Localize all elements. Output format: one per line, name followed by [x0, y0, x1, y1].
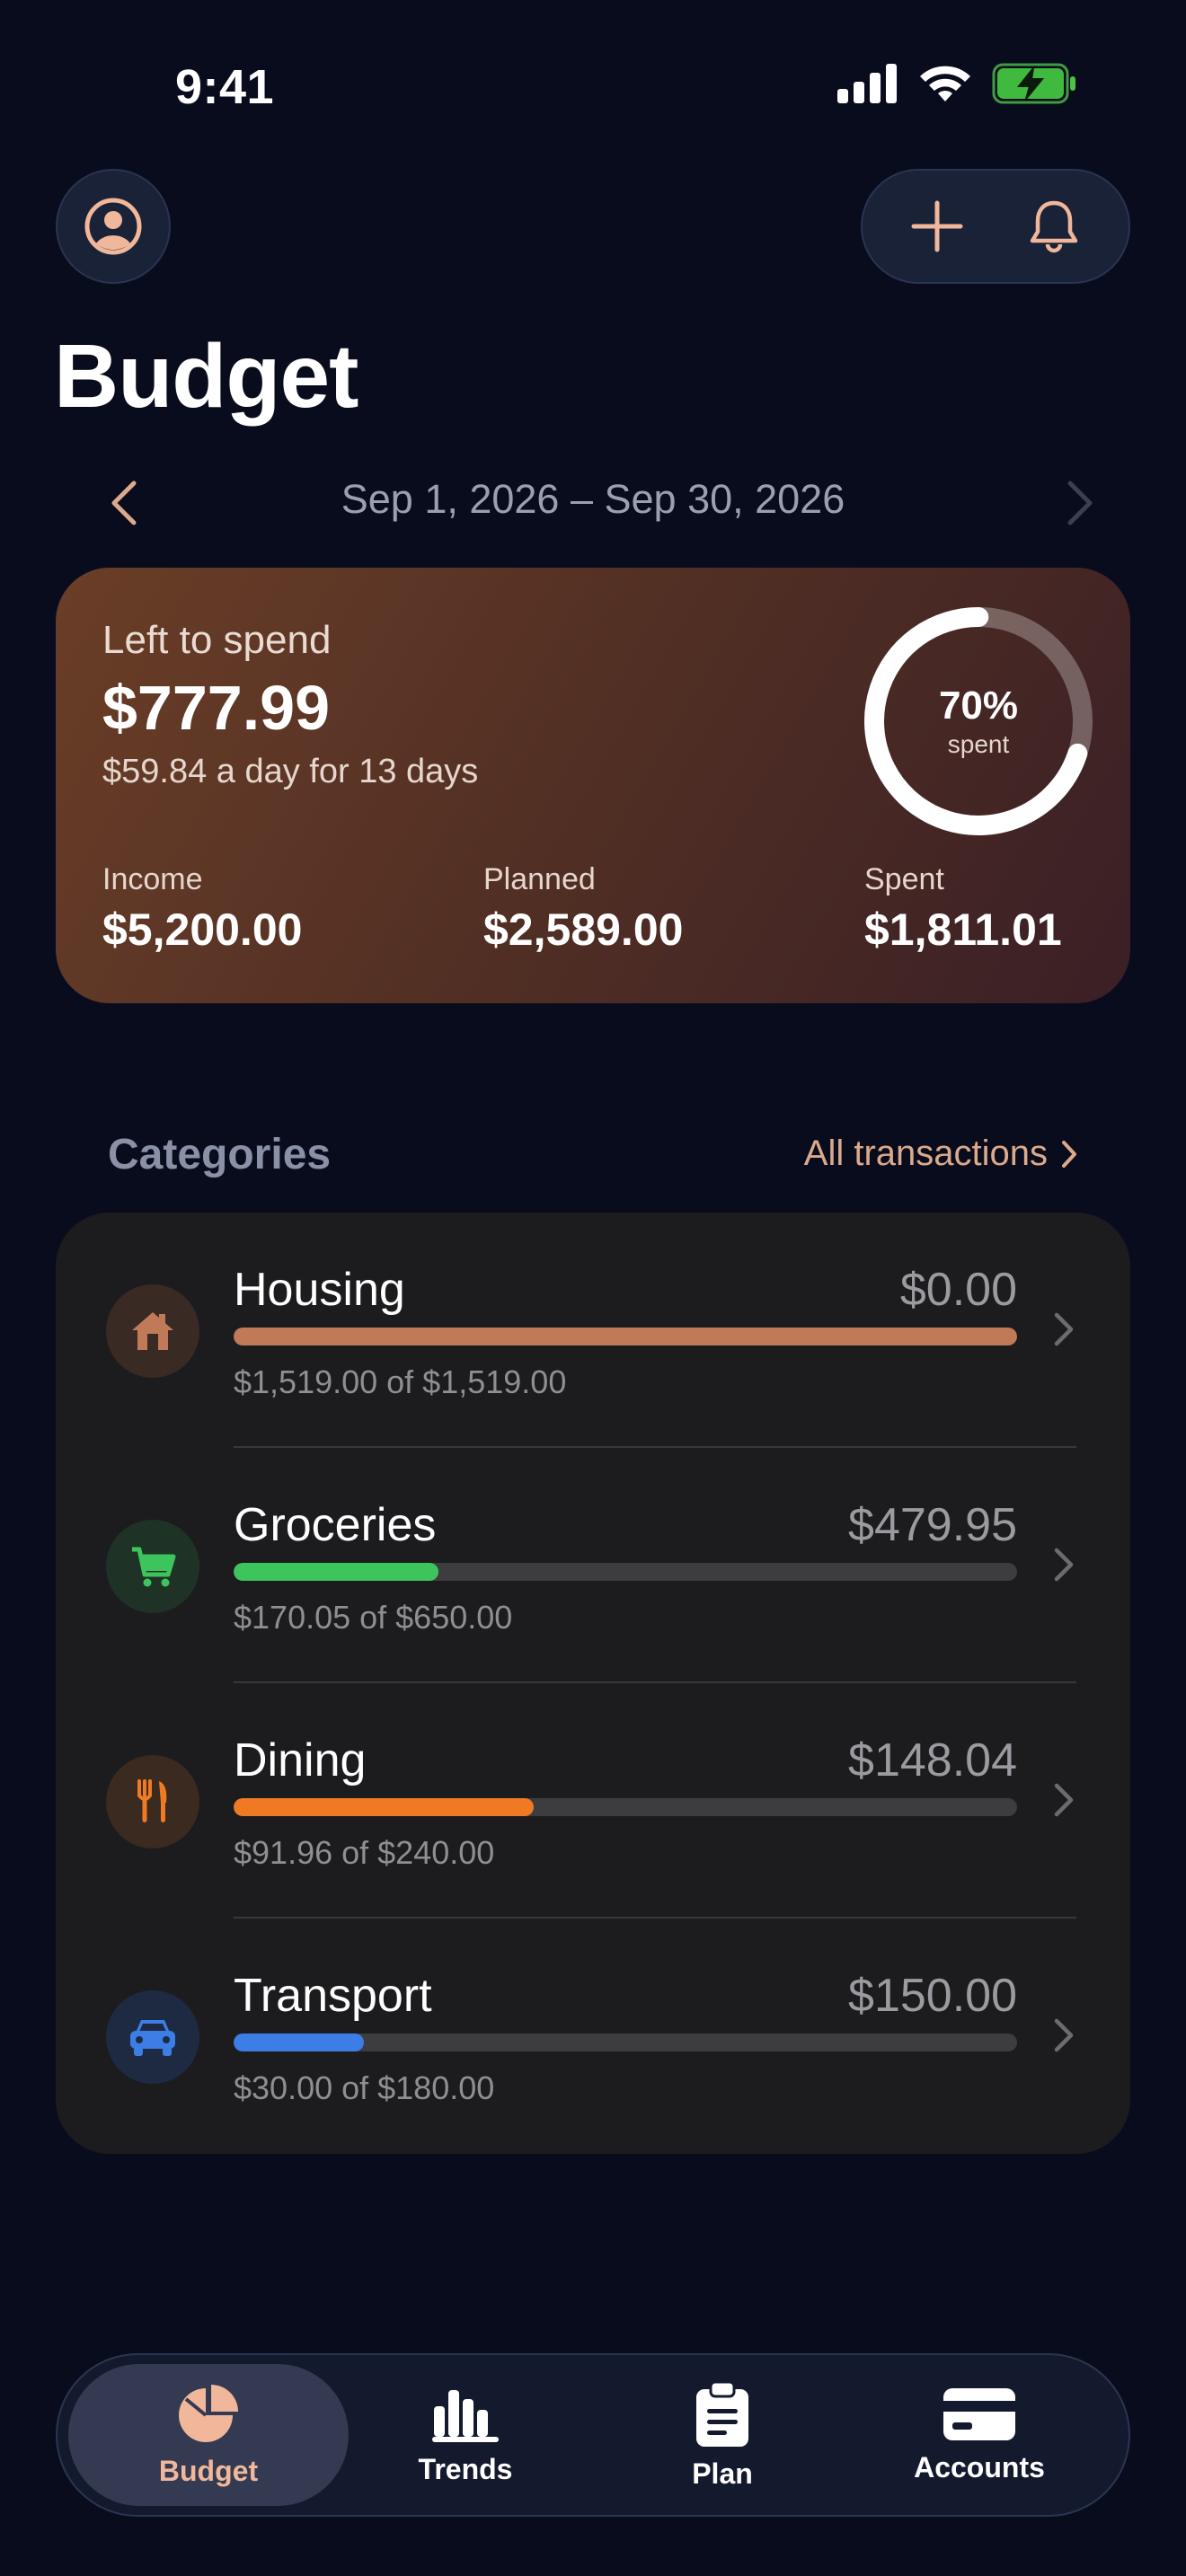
category-progress-track [234, 2033, 1017, 2051]
date-range: Sep 1, 2026 – Sep 30, 2026 [341, 476, 845, 522]
category-progress-track [234, 1563, 1017, 1581]
category-remaining: $150.00 [848, 1970, 1017, 2022]
planned-amount: $2,589.00 [483, 904, 684, 955]
tab-label: Accounts [914, 2450, 1045, 2483]
category-progress-text: $170.05 of $650.00 [234, 1599, 513, 1636]
tab-plan[interactable]: Plan [582, 2364, 863, 2506]
spent-ring-label: 70% spent [857, 600, 1100, 842]
category-name: Groceries [234, 1499, 437, 1551]
bell-icon [1030, 200, 1078, 253]
cart-icon [132, 1547, 176, 1587]
daily-allowance: $59.84 a day for 13 days [102, 753, 479, 790]
fork-knife-icon [137, 1779, 167, 1822]
chevron-left-icon [111, 481, 137, 525]
category-name: Transport [234, 1970, 432, 2022]
spent-caption: spent [947, 730, 1010, 758]
categories-list: Housing $0.00 $1,519.00 of $1,519.00 Gro… [56, 1213, 1130, 2154]
category-name: Housing [234, 1264, 405, 1316]
category-icon-badge [106, 1520, 199, 1613]
chevron-right-icon [1067, 481, 1093, 525]
category-progress-fill [234, 1563, 439, 1581]
category-row-transport[interactable]: Transport $150.00 $30.00 of $180.00 [56, 1919, 1130, 2154]
summary-card[interactable]: Left to spend $777.99 $59.84 a day for 1… [56, 568, 1130, 1003]
previous-period-button[interactable] [97, 476, 151, 530]
add-button[interactable] [892, 181, 982, 271]
header-actions [861, 169, 1130, 284]
category-progress-text: $30.00 of $180.00 [234, 2069, 495, 2106]
category-remaining: $0.00 [899, 1264, 1017, 1316]
status-icons [837, 63, 1078, 104]
income-amount: $5,200.00 [102, 904, 303, 955]
category-progress-fill [234, 1328, 1017, 1345]
chevron-right-icon [1046, 1773, 1082, 1827]
card-icon [943, 2387, 1015, 2440]
person-circle-icon [84, 198, 142, 255]
left-to-spend-amount: $777.99 [102, 673, 331, 743]
income-label: Income [102, 862, 203, 896]
left-to-spend-label: Left to spend [102, 618, 332, 662]
category-icon-badge [106, 1990, 199, 2084]
category-row-groceries[interactable]: Groceries $479.95 $170.05 of $650.00 [56, 1448, 1130, 1683]
tab-bar: Budget Trends Plan Accounts [56, 2353, 1130, 2517]
plus-icon [911, 200, 963, 252]
all-transactions-label: All transactions [803, 1134, 1048, 1173]
tab-budget[interactable]: Budget [68, 2364, 349, 2506]
signal-icon [837, 64, 897, 103]
tab-trends[interactable]: Trends [325, 2364, 606, 2506]
page-title: Budget [54, 326, 358, 427]
wifi-icon [920, 66, 970, 101]
bar-chart-icon [432, 2389, 499, 2442]
category-row-dining[interactable]: Dining $148.04 $91.96 of $240.00 [56, 1683, 1130, 1919]
status-time: 9:41 [175, 60, 275, 114]
notifications-button[interactable] [1009, 181, 1099, 271]
chevron-right-icon [1046, 1538, 1082, 1592]
category-progress-track [234, 1328, 1017, 1345]
tab-label: Trends [418, 2452, 513, 2485]
chevron-right-icon [1046, 2008, 1082, 2062]
spent-amount: $1,811.01 [864, 904, 1062, 955]
category-remaining: $479.95 [848, 1499, 1017, 1551]
category-icon-badge [106, 1755, 199, 1848]
category-progress-text: $1,519.00 of $1,519.00 [234, 1363, 567, 1400]
categories-title: Categories [108, 1131, 332, 1178]
battery-charging-icon [992, 63, 1075, 104]
pie-chart-icon [179, 2384, 238, 2442]
tab-label: Budget [158, 2454, 259, 2487]
category-progress-fill [234, 1798, 535, 1816]
profile-button[interactable] [56, 169, 171, 284]
car-icon [130, 2020, 175, 2056]
clipboard-icon [696, 2380, 748, 2447]
planned-label: Planned [483, 862, 596, 896]
house-icon [132, 1312, 173, 1350]
chevron-right-icon [1046, 1302, 1082, 1356]
category-progress-track [234, 1798, 1017, 1816]
spent-percent: 70% [938, 684, 1019, 728]
tab-accounts[interactable]: Accounts [839, 2364, 1120, 2506]
chevron-right-icon [1062, 1140, 1076, 1168]
category-remaining: $148.04 [848, 1734, 1017, 1786]
category-row-housing[interactable]: Housing $0.00 $1,519.00 of $1,519.00 [56, 1213, 1130, 1448]
spent-label: Spent [864, 862, 944, 896]
category-icon-badge [106, 1284, 199, 1378]
category-progress-fill [234, 2033, 365, 2051]
category-progress-text: $91.96 of $240.00 [234, 1834, 495, 1871]
all-transactions-link[interactable]: All transactions [804, 1134, 1078, 1174]
next-period-button[interactable] [1053, 476, 1107, 530]
tab-label: Plan [692, 2457, 753, 2490]
category-name: Dining [234, 1734, 367, 1786]
